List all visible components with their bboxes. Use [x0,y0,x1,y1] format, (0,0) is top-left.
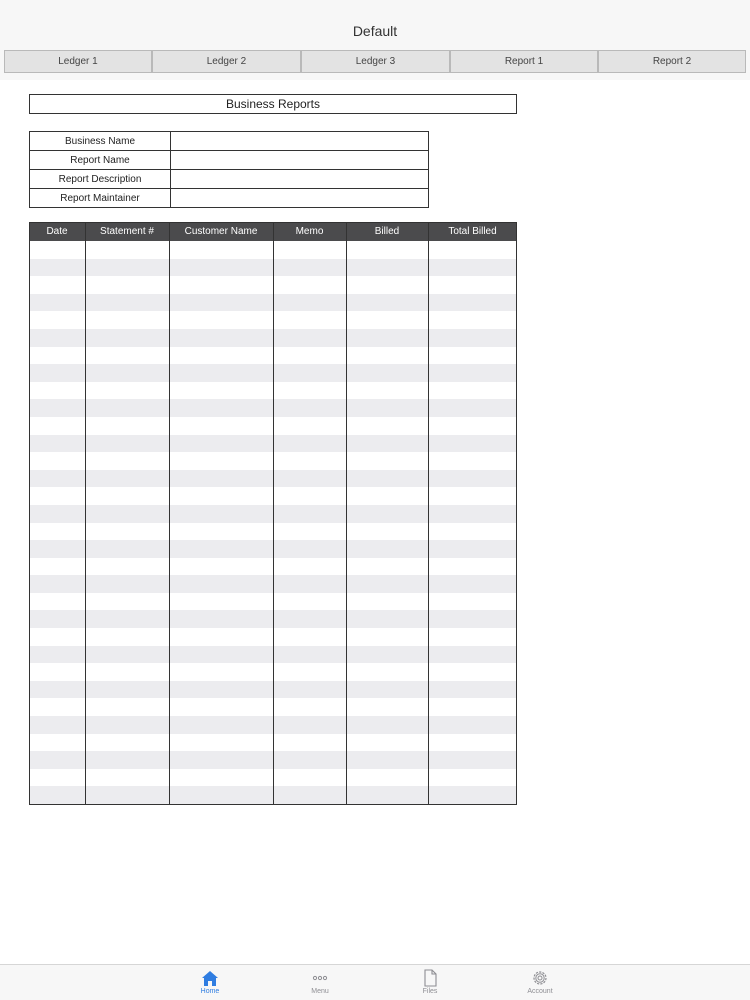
tab-report-1[interactable]: Report 1 [450,50,598,73]
tab-bar: Home Menu Files Account [0,964,750,1000]
info-row: Report Name [29,150,429,170]
info-row: Report Maintainer [29,188,429,208]
file-icon [424,969,437,987]
report-description-field[interactable] [170,169,429,189]
tabbar-menu[interactable]: Menu [290,967,350,999]
page-title: Default [352,23,398,39]
tabbar-account[interactable]: Account [510,967,570,999]
tab-ledger-1[interactable]: Ledger 1 [4,50,152,73]
tabbar-files-label: Files [422,988,438,995]
gear-icon [533,971,547,985]
segmented-tabs: Ledger 1 Ledger 2 Ledger 3 Report 1 Repo… [0,48,750,80]
tabbar-home-label: Home [200,988,220,995]
home-icon [202,971,218,986]
tabbar-menu-label: Menu [311,988,329,995]
business-name-field[interactable] [170,131,429,151]
report-maintainer-field[interactable] [170,188,429,208]
tab-report-2[interactable]: Report 2 [598,50,746,73]
table-border [29,222,517,805]
tabbar-files[interactable]: Files [400,967,460,999]
tab-ledger-2[interactable]: Ledger 2 [152,50,301,73]
info-row: Report Description [29,169,429,189]
report-name-field[interactable] [170,150,429,170]
statement-table: Date Statement # Customer Name Memo Bill… [29,222,517,805]
navigation-bar: Default [0,0,750,48]
tabbar-home[interactable]: Home [180,967,240,999]
report-info-table: Business Name Report Name Report Descrip… [29,131,429,208]
report-title: Business Reports [29,94,517,114]
report-name-label: Report Name [29,150,171,170]
report-maintainer-label: Report Maintainer [29,188,171,208]
tabbar-account-label: Account [527,988,553,995]
more-icon [312,975,328,981]
info-row: Business Name [29,131,429,151]
tab-ledger-3[interactable]: Ledger 3 [301,50,450,73]
report-description-label: Report Description [29,169,171,189]
business-name-label: Business Name [29,131,171,151]
